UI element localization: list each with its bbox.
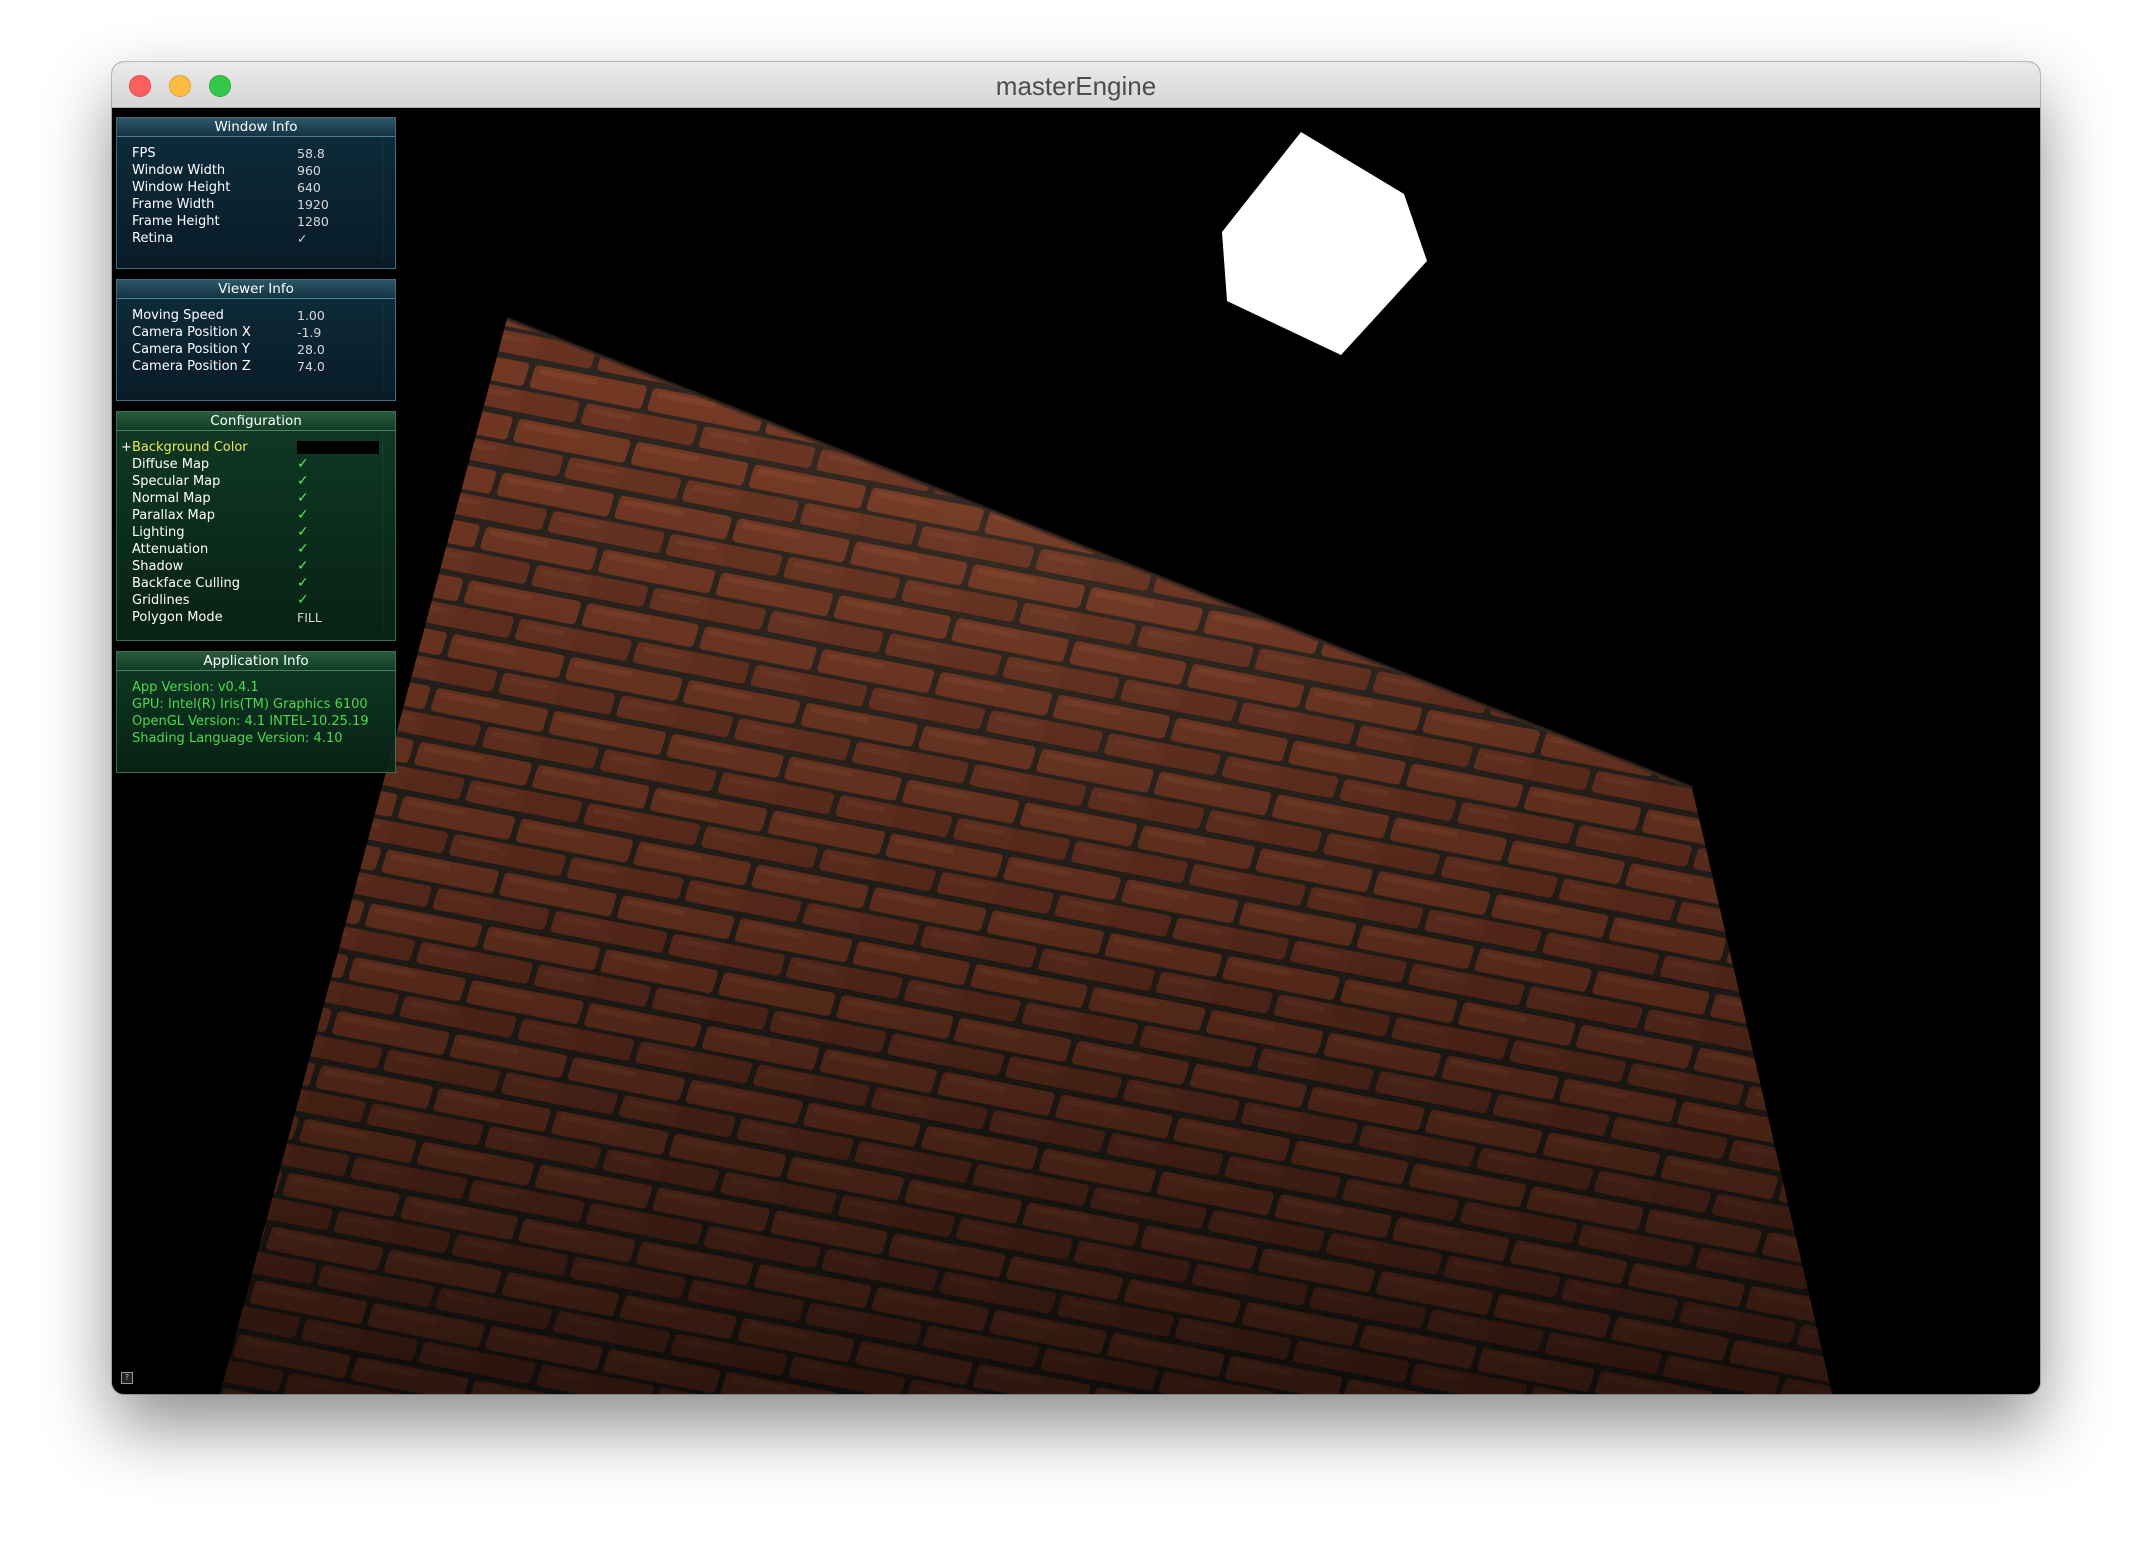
window-info-title[interactable]: Window Info [117,118,395,137]
row-label: Frame Height [132,214,220,229]
gpu-text: GPU: Intel(R) Iris(TM) Graphics 6100 [132,697,368,712]
shading-language-version-text: Shading Language Version: 4.10 [132,731,343,746]
row-label: Window Height [132,180,231,195]
row-label: Gridlines [132,593,190,608]
window-title: masterEngine [995,71,1157,101]
window-width-row: Window Width 960 [117,162,395,179]
expand-plus-icon[interactable]: + [121,439,132,456]
row-label: Camera Position Y [132,342,250,357]
3d-scene [220,132,1832,1394]
row-label: Parallax Map [132,508,215,523]
fps-row: FPS 58.8 [117,145,395,162]
attenuation-row[interactable]: Attenuation ✓ [117,541,395,558]
row-value: 960 [297,163,321,178]
camera-position-z-row: Camera Position Z 74.0 [117,358,395,375]
frame-width-row: Frame Width 1920 [117,196,395,213]
title-bar[interactable]: masterEngine [112,62,2040,108]
diffuse-map-check-icon[interactable]: ✓ [297,456,309,473]
parallax-map-row[interactable]: Parallax Map ✓ [117,507,395,524]
row-label: Diffuse Map [132,457,210,472]
row-label: Shadow [132,559,184,574]
row-label: Polygon Mode [132,610,223,625]
row-label: Background Color [132,440,248,455]
row-value: 58.8 [297,146,325,161]
row-label: Window Width [132,163,226,178]
row-label: Retina [132,231,174,246]
lighting-row[interactable]: Lighting ✓ [117,524,395,541]
app-window: masterEngine Window Info FPS 58.8 Window… [112,62,2040,1394]
window-height-row: Window Height 640 [117,179,395,196]
light-cube [1222,132,1427,355]
specular-map-row[interactable]: Specular Map ✓ [117,473,395,490]
gridlines-check-icon[interactable]: ✓ [297,592,309,609]
lighting-check-icon[interactable]: ✓ [297,524,309,541]
diffuse-map-row[interactable]: Diffuse Map ✓ [117,456,395,473]
retina-row: Retina ✓ [117,230,395,247]
attenuation-check-icon[interactable]: ✓ [297,541,309,558]
row-value: 1280 [297,214,329,229]
retina-check-icon: ✓ [297,231,308,246]
application-info-panel[interactable]: Application Info App Version: v0.4.1 GPU… [116,651,396,773]
moving-speed-row[interactable]: Moving Speed 1.00 [117,307,395,324]
camera-position-x-row: Camera Position X -1.9 [117,324,395,341]
polygon-mode-row[interactable]: Polygon Mode FILL [117,609,395,626]
row-label: Camera Position X [132,325,251,340]
viewer-info-title[interactable]: Viewer Info [117,280,395,299]
row-value: 1920 [297,197,329,212]
row-label: Lighting [132,525,185,540]
application-info-title[interactable]: Application Info [117,652,395,671]
backface-culling-check-icon[interactable]: ✓ [297,575,309,592]
row-label: Attenuation [132,542,209,557]
opengl-version-text: OpenGL Version: 4.1 INTEL-10.25.19 [132,714,369,729]
row-value[interactable]: 1.00 [297,307,325,324]
row-value: 28.0 [297,342,325,357]
row-label: Frame Width [132,197,215,212]
parallax-map-check-icon[interactable]: ✓ [297,507,309,524]
background-color-row[interactable]: + Background Color [117,439,395,456]
gridlines-row[interactable]: Gridlines ✓ [117,592,395,609]
row-label: Backface Culling [132,576,241,591]
window-info-panel[interactable]: Window Info FPS 58.8 Window Width 960 Wind… [116,117,396,269]
row-label: Moving Speed [132,308,224,323]
polygon-mode-select[interactable]: FILL [297,609,322,626]
row-value: 640 [297,180,321,195]
row-value: -1.9 [297,325,322,340]
help-icon[interactable]: ? [121,1372,133,1384]
frame-height-row: Frame Height 1280 [117,213,395,230]
shadow-check-icon[interactable]: ✓ [297,558,309,575]
row-label: Camera Position Z [132,359,251,374]
camera-position-y-row: Camera Position Y 28.0 [117,341,395,358]
backface-culling-row[interactable]: Backface Culling ✓ [117,575,395,592]
normal-map-row[interactable]: Normal Map ✓ [117,490,395,507]
row-label: Specular Map [132,474,221,489]
viewer-info-panel[interactable]: Viewer Info Moving Speed 1.00 Camera Posi… [116,279,396,401]
brick-wall [220,317,1832,1394]
configuration-panel[interactable]: Configuration + Background Color Diffuse… [116,411,396,641]
row-label: Normal Map [132,491,211,506]
app-version-text: App Version: v0.4.1 [132,680,259,695]
render-viewport[interactable]: Window Info FPS 58.8 Window Width 960 Wind… [112,108,2040,1394]
shadow-row[interactable]: Shadow ✓ [117,558,395,575]
background-color-swatch[interactable] [297,441,379,454]
row-label: FPS [132,146,156,161]
row-value: 74.0 [297,359,325,374]
configuration-title[interactable]: Configuration [117,412,395,431]
specular-map-check-icon[interactable]: ✓ [297,473,309,490]
normal-map-check-icon[interactable]: ✓ [297,490,309,507]
